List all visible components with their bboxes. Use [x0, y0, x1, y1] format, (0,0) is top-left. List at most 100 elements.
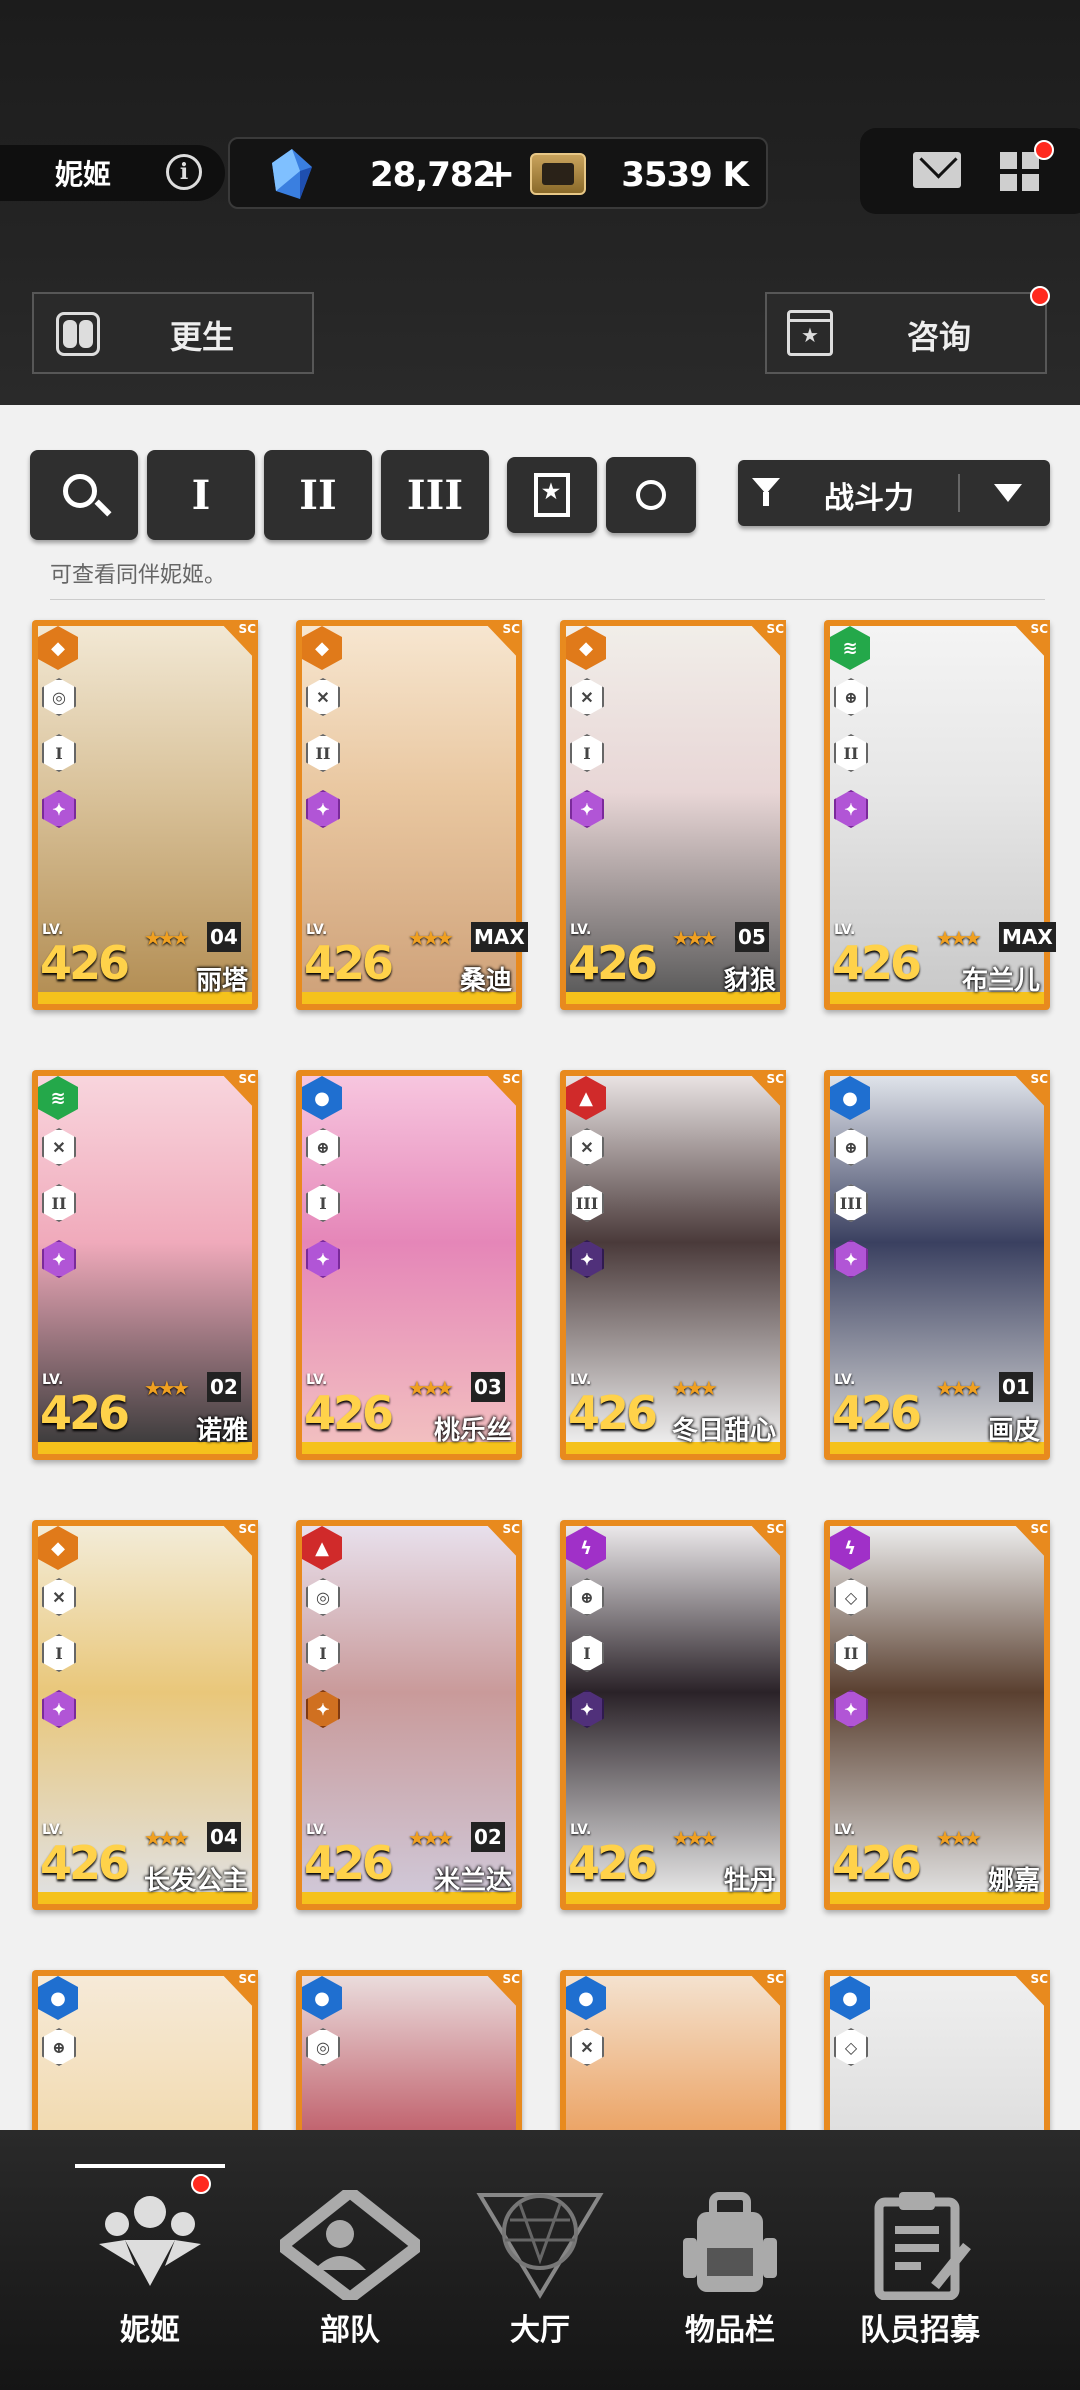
level-value: 426 — [568, 1386, 658, 1440]
search-icon — [63, 474, 97, 508]
misc-filter[interactable] — [606, 457, 696, 533]
gem-add-button[interactable]: + — [482, 151, 516, 197]
divider — [50, 599, 1045, 600]
consult-button[interactable]: 咨询 — [765, 292, 1047, 374]
circle-icon — [636, 480, 666, 510]
nikke-people-icon — [99, 2196, 201, 2286]
menu-notification-dot — [1034, 140, 1054, 160]
favorite-filter[interactable] — [507, 457, 597, 533]
nav-squad[interactable]: 部队 — [255, 2130, 445, 2390]
nav-inventory-label: 物品栏 — [685, 2313, 775, 2348]
bottom-nav: 妮姬 部队 大厅 物品栏 队员招募 — [0, 2130, 1080, 2390]
character-name: 豺狼 — [723, 966, 776, 996]
limit-break-badge: 01 — [999, 1372, 1033, 1402]
level-value: 426 — [304, 1836, 394, 1890]
nikke-card[interactable]: ◆ ✕ II ✦ LV. 426 ★★★ MAX 桑迪 — [296, 620, 528, 1010]
top-right-buttons — [860, 128, 1080, 214]
nikke-card[interactable]: ▲ ✕ III ✦ LV. 426 ★★★ 冬日甜心 — [560, 1070, 786, 1460]
limit-break-badge: 05 — [735, 922, 769, 952]
player-name: 妮姬 — [55, 158, 112, 191]
nikke-card[interactable]: ● ✕ — [560, 1970, 786, 2130]
nav-nikke-label: 妮姬 — [120, 2313, 180, 2348]
sort-divider — [958, 474, 960, 512]
nikke-card[interactable]: ◆ ◎ I ✦ LV. 426 ★★★ 04 丽塔 — [32, 620, 258, 1010]
rebirth-button[interactable]: 更生 — [32, 292, 314, 374]
character-name: 长发公主 — [143, 1866, 248, 1896]
character-name: 米兰达 — [433, 1866, 512, 1896]
gem-count: 28,782 — [370, 155, 496, 195]
nav-squad-label: 部队 — [320, 2313, 380, 2348]
level-value: 426 — [40, 936, 130, 990]
menu-grid-icon[interactable] — [1000, 152, 1040, 192]
star-rating: ★★★ — [936, 926, 982, 950]
squad-icon — [280, 2190, 420, 2300]
nikke-card[interactable]: ϟ ⊕ I ✦ LV. 426 ★★★ 牡丹 — [560, 1520, 786, 1910]
nav-recruit-label: 队员招募 — [860, 2313, 980, 2348]
star-rating: ★★★ — [144, 1376, 190, 1400]
nikke-card[interactable]: ϟ ◇ II ✦ LV. 426 ★★★ 娜嘉 — [824, 1520, 1050, 1910]
star-rating: ★★★ — [408, 1376, 454, 1400]
bookmark-icon — [534, 473, 570, 517]
sort-dropdown[interactable]: 战斗力 — [738, 460, 1050, 526]
star-rating: ★★★ — [672, 1826, 718, 1850]
consult-label: 咨询 — [907, 318, 972, 356]
nikke-card[interactable]: ≋ ✕ II ✦ LV. 426 ★★★ 02 诺雅 — [32, 1070, 258, 1460]
info-icon[interactable]: i — [166, 154, 202, 190]
search-button[interactable] — [30, 450, 138, 540]
nikke-card[interactable]: ● ⊕ I ✦ LV. 426 ★★★ 03 桃乐丝 — [296, 1070, 522, 1460]
nikke-card[interactable]: ◆ ✕ I ✦ LV. 426 ★★★ 05 豺狼 — [560, 620, 786, 1010]
level-value: 426 — [40, 1836, 130, 1890]
level-value: 426 — [568, 936, 658, 990]
top-bar: 妮姬 i 28,782 + 3539 K 更生 咨询 — [0, 0, 1080, 405]
nikke-card[interactable]: ● ◇ — [824, 1970, 1050, 2130]
limit-break-badge: 04 — [207, 922, 241, 952]
limit-break-badge: MAX — [999, 922, 1056, 952]
burst-filter-1[interactable]: I — [147, 450, 255, 540]
nav-lobby-label: 大厅 — [510, 2313, 570, 2348]
nav-nikke-notification-dot — [191, 2174, 211, 2194]
character-name: 诺雅 — [195, 1416, 248, 1446]
star-rating: ★★★ — [672, 1376, 718, 1400]
nav-lobby[interactable]: 大厅 — [445, 2130, 635, 2390]
nikke-card[interactable]: ● ⊕ — [32, 1970, 258, 2130]
star-rating: ★★★ — [408, 1826, 454, 1850]
nikke-card[interactable]: ● ◎ — [296, 1970, 522, 2130]
level-value: 426 — [832, 1836, 922, 1890]
level-value: 426 — [40, 1386, 130, 1440]
star-rating: ★★★ — [144, 926, 190, 950]
limit-break-badge: 02 — [207, 1372, 241, 1402]
character-name: 牡丹 — [723, 1866, 776, 1896]
star-rating: ★★★ — [408, 926, 454, 950]
limit-break-badge: 03 — [471, 1372, 505, 1402]
nav-recruit[interactable]: 队员招募 — [825, 2130, 1015, 2390]
character-name: 布兰儿 — [961, 966, 1040, 996]
nikke-card[interactable]: ● ⊕ III ✦ LV. 426 ★★★ 01 画皮 — [824, 1070, 1050, 1460]
backpack-icon — [683, 2192, 777, 2292]
recruit-clipboard-icon — [874, 2192, 971, 2300]
nikke-card[interactable]: ≋ ⊕ II ✦ LV. 426 ★★★ MAX 布兰儿 — [824, 620, 1056, 1010]
burst-filter-2[interactable]: II — [264, 450, 372, 540]
calendar-icon — [787, 310, 833, 356]
lobby-icon — [476, 2193, 604, 2299]
credit-icon — [530, 153, 586, 195]
mail-icon[interactable] — [913, 152, 961, 188]
star-rating: ★★★ — [672, 926, 718, 950]
level-value: 426 — [568, 1836, 658, 1890]
limit-break-badge: MAX — [471, 922, 528, 952]
currency-bar: 28,782 + 3539 K — [228, 137, 768, 209]
burst-filter-3[interactable]: III — [381, 450, 489, 540]
nikke-card[interactable]: ◆ ✕ I ✦ LV. 426 ★★★ 04 长发公主 — [32, 1520, 258, 1910]
level-value: 426 — [832, 936, 922, 990]
credit-count: 3539 K — [621, 155, 749, 195]
character-name: 冬日甜心 — [671, 1416, 776, 1446]
character-name: 画皮 — [987, 1416, 1040, 1446]
character-name: 丽塔 — [195, 966, 248, 996]
chevron-down-icon — [994, 484, 1022, 502]
star-rating: ★★★ — [936, 1826, 982, 1850]
level-value: 426 — [304, 936, 394, 990]
nav-nikke[interactable]: 妮姬 — [65, 2130, 235, 2390]
nav-inventory[interactable]: 物品栏 — [635, 2130, 825, 2390]
character-name: 娜嘉 — [987, 1866, 1040, 1896]
nikke-card[interactable]: ▲ ◎ I ✦ LV. 426 ★★★ 02 米兰达 — [296, 1520, 522, 1910]
star-rating: ★★★ — [144, 1826, 190, 1850]
